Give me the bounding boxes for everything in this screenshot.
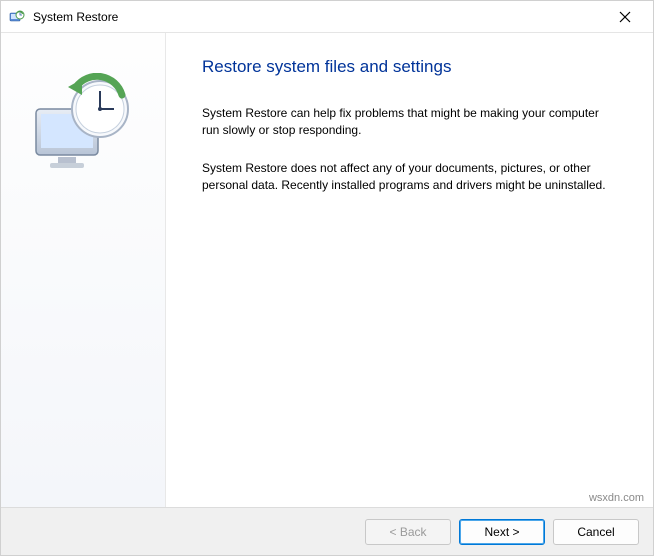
cancel-button[interactable]: Cancel — [553, 519, 639, 545]
system-restore-icon — [9, 9, 25, 25]
wizard-sidebar — [1, 33, 166, 507]
close-icon — [619, 11, 631, 23]
page-heading: Restore system files and settings — [202, 57, 617, 77]
back-button: < Back — [365, 519, 451, 545]
wizard-body: Restore system files and settings System… — [1, 33, 653, 507]
restore-illustration-icon — [28, 73, 138, 183]
close-button[interactable] — [605, 3, 645, 31]
watermark-text: wsxdn.com — [589, 492, 644, 504]
wizard-footer: < Back Next > Cancel — [1, 507, 653, 555]
next-button[interactable]: Next > — [459, 519, 545, 545]
titlebar: System Restore — [1, 1, 653, 33]
description-paragraph-1: System Restore can help fix problems tha… — [202, 105, 617, 140]
description-paragraph-2: System Restore does not affect any of yo… — [202, 160, 617, 195]
window-title: System Restore — [33, 10, 605, 24]
wizard-content: Restore system files and settings System… — [166, 33, 653, 507]
system-restore-window: System Restore — [0, 0, 654, 556]
